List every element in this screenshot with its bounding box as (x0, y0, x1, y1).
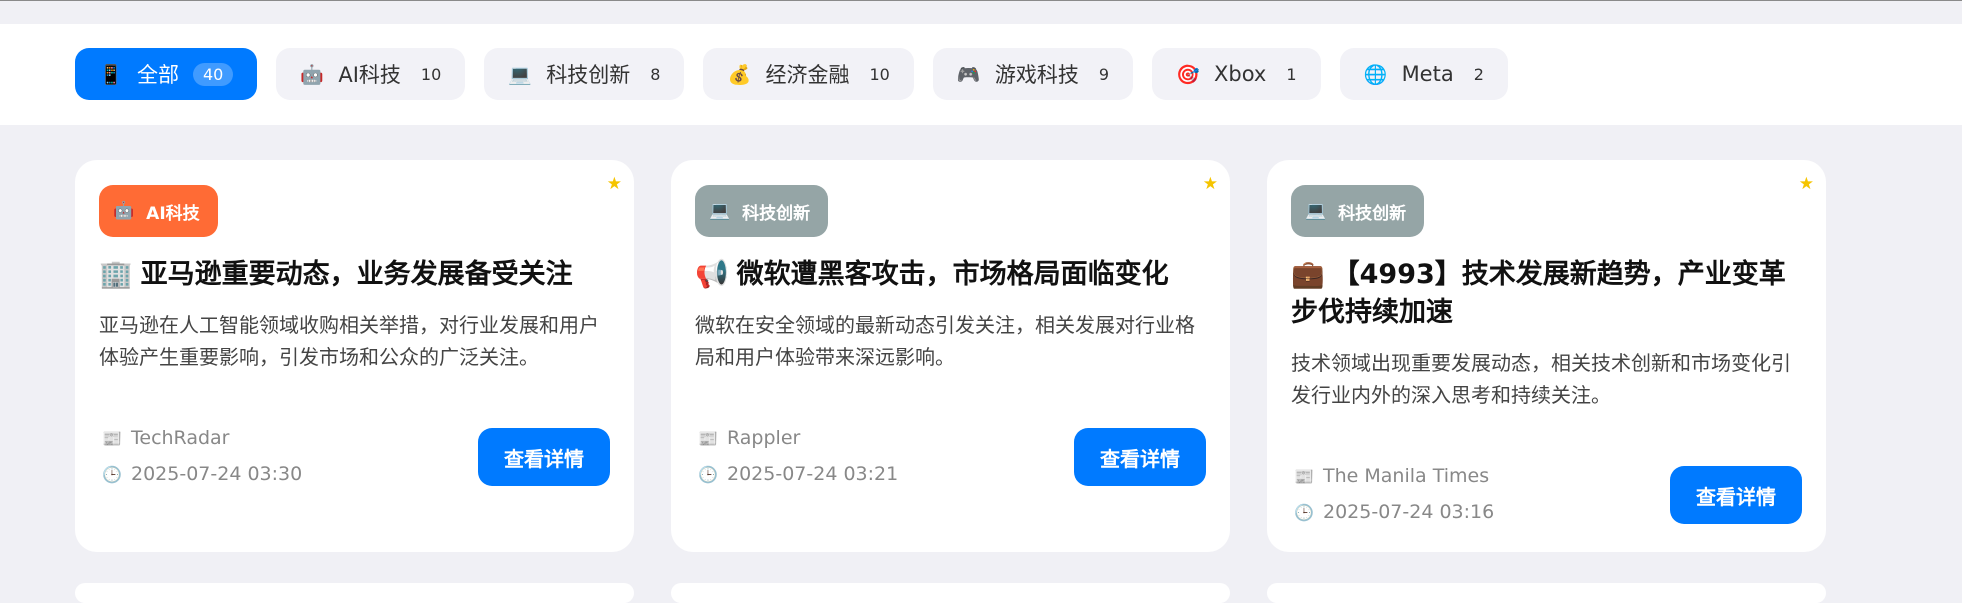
news-card-partial (671, 583, 1230, 603)
top-border (0, 0, 1962, 25)
news-card[interactable]: ★ 💻 科技创新 💼 【4993】技术发展新趋势，产业变革步伐持续加速 技术领域出… (1267, 160, 1826, 552)
phone-icon: 📱 (99, 63, 123, 86)
globe-icon: 🌐 (1363, 63, 1388, 86)
news-card-partial (1267, 583, 1826, 603)
card-title-text: 亚马逊重要动态，业务发展备受关注 (140, 259, 573, 290)
filter-count: 10 (869, 64, 890, 84)
filter-count: 8 (650, 64, 661, 84)
card-meta: 📰 Rappler 🕒 2025-07-24 03:21 (697, 426, 898, 486)
filter-chip-gaming[interactable]: 🎮 游戏科技 9 (932, 48, 1134, 100)
card-source: TechRadar (131, 427, 230, 449)
filter-count: 2 (1473, 64, 1484, 84)
filter-label: 科技创新 (546, 63, 631, 87)
view-details-button[interactable]: 查看详情 (1074, 428, 1206, 486)
filter-count: 40 (193, 62, 234, 86)
star-icon[interactable]: ★ (607, 174, 622, 194)
card-title-text: 微软遭黑客攻击，市场格局面临变化 (736, 259, 1169, 290)
filter-label: Meta (1401, 62, 1454, 86)
target-icon: 🎯 (1176, 63, 1200, 86)
newspaper-icon: 📰 (698, 428, 718, 448)
clock-icon: 🕒 (698, 464, 718, 484)
category-badge: 💻 科技创新 (695, 185, 829, 237)
card-description: 亚马逊在人工智能领域收购相关举措，对行业发展和用户体验产生重要影响，引发市场和公… (99, 313, 599, 369)
card-time: 2025-07-24 03:16 (1323, 501, 1495, 523)
filter-chip-ai[interactable]: 🤖 AI科技 10 (276, 48, 466, 100)
card-description: 技术领域出现重要发展动态，相关技术创新和市场变化引发行业内外的深入思考和持续关注… (1291, 351, 1791, 407)
card-source: The Manila Times (1323, 465, 1490, 487)
filter-chip-finance[interactable]: 💰 经济金融 10 (703, 48, 914, 100)
filter-label: 经济金融 (765, 63, 850, 87)
computer-icon: 💻 (508, 63, 532, 86)
filter-chip-xbox[interactable]: 🎯 Xbox 1 (1152, 48, 1321, 100)
news-card[interactable]: ★ 🤖 AI科技 🏢 亚马逊重要动态，业务发展备受关注 亚马逊在人工智能领域收购相… (75, 160, 634, 552)
filter-count: 10 (420, 64, 442, 84)
newspaper-icon: 📰 (1294, 466, 1314, 486)
star-icon[interactable]: ★ (1799, 174, 1814, 194)
clock-icon: 🕒 (102, 464, 122, 484)
card-meta: 📰 TechRadar 🕒 2025-07-24 03:30 (101, 426, 302, 486)
robot-icon: 🤖 (113, 201, 135, 221)
badge-label: AI科技 (146, 203, 200, 224)
clock-icon: 🕒 (1294, 502, 1314, 522)
card-time: 2025-07-24 03:30 (131, 463, 303, 485)
robot-icon: 🤖 (300, 63, 325, 86)
filter-count: 9 (1098, 64, 1110, 84)
news-card-partial (75, 583, 634, 603)
filter-label: Xbox (1214, 62, 1267, 86)
computer-icon: 💻 (1305, 201, 1327, 221)
filter-bar: 📱 全部 40 🤖 AI科技 10 💻 科技创新 8 💰 经济金融 10 🎮 游… (0, 24, 1962, 125)
card-time: 2025-07-24 03:21 (727, 463, 899, 485)
category-badge: 💻 科技创新 (1291, 185, 1425, 237)
filter-chip-innovation[interactable]: 💻 科技创新 8 (484, 48, 685, 100)
filter-label: AI科技 (338, 63, 401, 87)
megaphone-icon: 📢 (695, 259, 729, 290)
badge-label: 科技创新 (1338, 203, 1407, 224)
card-source: Rappler (727, 427, 801, 449)
card-title[interactable]: 🏢 亚马逊重要动态，业务发展备受关注 (99, 256, 612, 294)
filter-chip-meta[interactable]: 🌐 Meta 2 (1339, 48, 1508, 100)
computer-icon: 💻 (709, 201, 731, 221)
gamepad-icon: 🎮 (956, 63, 981, 86)
card-meta: 📰 The Manila Times 🕒 2025-07-24 03:16 (1293, 464, 1494, 524)
filter-count: 1 (1286, 64, 1297, 84)
filter-chip-all[interactable]: 📱 全部 40 (75, 48, 258, 100)
view-details-button[interactable]: 查看详情 (1670, 466, 1802, 524)
money-bag-icon: 💰 (727, 63, 752, 86)
star-icon[interactable]: ★ (1203, 174, 1218, 194)
card-title-text: 【4993】技术发展新趋势，产业变革步伐持续加速 (1291, 259, 1786, 328)
category-badge: 🤖 AI科技 (99, 185, 218, 237)
badge-label: 科技创新 (742, 203, 811, 224)
card-title[interactable]: 💼 【4993】技术发展新趋势，产业变革步伐持续加速 (1291, 256, 1804, 332)
view-details-button[interactable]: 查看详情 (478, 428, 610, 486)
filter-chips: 📱 全部 40 🤖 AI科技 10 💻 科技创新 8 💰 经济金融 10 🎮 游… (75, 48, 1508, 100)
card-title[interactable]: 📢 微软遭黑客攻击，市场格局面临变化 (695, 256, 1208, 294)
briefcase-icon: 💼 (1291, 259, 1325, 290)
building-icon: 🏢 (99, 259, 133, 290)
filter-label: 游戏科技 (994, 63, 1079, 87)
news-card[interactable]: ★ 💻 科技创新 📢 微软遭黑客攻击，市场格局面临变化 微软在安全领域的最新动态引… (671, 160, 1230, 552)
card-description: 微软在安全领域的最新动态引发关注，相关发展对行业格局和用户体验带来深远影响。 (695, 313, 1195, 369)
filter-label: 全部 (137, 63, 179, 87)
newspaper-icon: 📰 (102, 428, 122, 448)
